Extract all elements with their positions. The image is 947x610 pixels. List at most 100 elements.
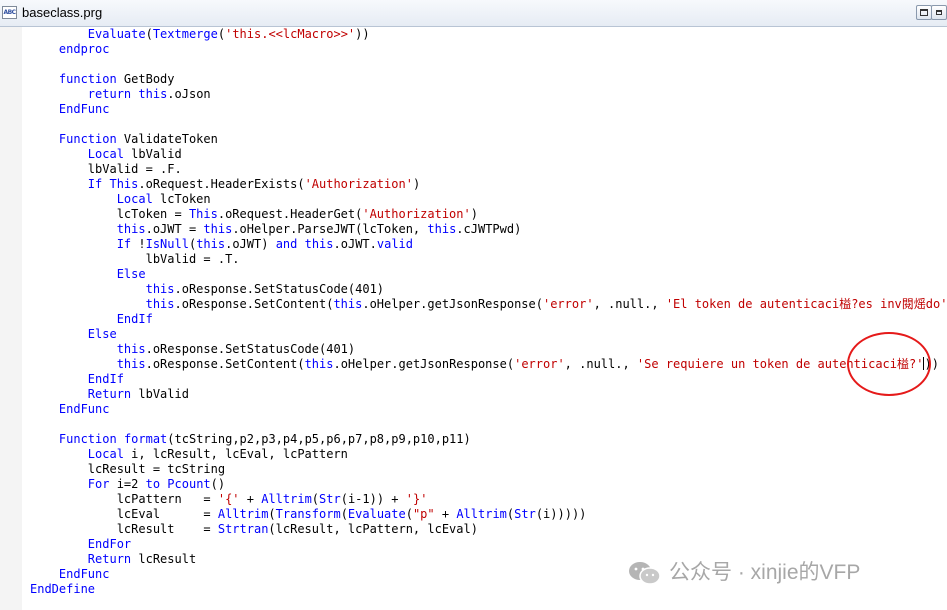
code-text: ( — [268, 507, 276, 521]
code-keyword: this — [333, 297, 363, 311]
code-line: Local lbValid — [30, 147, 182, 162]
code-string: 'error' — [542, 297, 594, 311]
code-string: '}' — [405, 492, 428, 506]
code-keyword: EndIf — [116, 312, 153, 326]
code-line: For i=2 to Pcount() — [30, 477, 225, 492]
window-title: baseclass.prg — [22, 5, 103, 20]
code-line: lcEval = Alltrim(Transform(Evaluate("p" … — [30, 507, 587, 522]
close-button[interactable] — [931, 5, 947, 20]
code-text: lcResult = — [30, 522, 218, 536]
code-keyword: If — [116, 237, 132, 251]
code-line: Else — [30, 267, 146, 282]
code-line: function GetBody — [30, 72, 175, 87]
code-keyword: EndFunc — [58, 102, 110, 116]
code-text: + — [434, 507, 457, 521]
code-text: , .null., — [564, 357, 637, 371]
code-string: "p" — [412, 507, 435, 521]
code-keyword: Else — [116, 267, 146, 281]
code-text: lcResult = tcString — [30, 462, 226, 476]
window-titlebar: ABC baseclass.prg — [0, 0, 947, 27]
code-text: lbValid = .T. — [30, 252, 240, 266]
code-text: (tcString,p2,p3,p4,p5,p6,p7,p8,p9,p10,p1… — [167, 432, 471, 446]
code-keyword: Evaluate — [87, 27, 146, 41]
code-keyword: Function — [58, 432, 117, 446]
code-line: this.oJWT = this.oHelper.ParseJWT(lcToke… — [30, 222, 522, 237]
code-keyword: Local — [87, 147, 124, 161]
restore-icon — [920, 9, 928, 16]
code-keyword: this — [116, 222, 146, 236]
code-text: ( — [311, 492, 320, 506]
code-keyword: valid — [376, 237, 413, 251]
code-line: lcResult = Strtran(lcResult, lcPattern, … — [30, 522, 478, 537]
code-text: lcResult — [131, 552, 197, 566]
code-editor[interactable]: Evaluate(Textmerge('this.<<lcMacro>>')) … — [0, 27, 947, 610]
code-keyword: this — [138, 87, 168, 101]
code-line: EndFunc — [30, 402, 110, 417]
code-area[interactable]: Evaluate(Textmerge('this.<<lcMacro>>')) … — [30, 27, 947, 610]
code-text: ( — [145, 27, 153, 41]
code-keyword: this — [304, 357, 334, 371]
code-line: Else — [30, 327, 117, 342]
code-line: EndDefine — [30, 582, 95, 597]
code-line: this.oResponse.SetStatusCode(401) — [30, 342, 355, 357]
maximize-icon — [936, 10, 942, 15]
code-line: Local lcToken — [30, 192, 211, 207]
code-text: () — [210, 477, 226, 491]
code-text: lcEval = — [30, 507, 218, 521]
restore-button[interactable] — [916, 5, 932, 20]
code-keyword: Str — [514, 507, 536, 521]
code-string: 'El token de autenticaci榏?es inv閱熎do' — [665, 297, 947, 311]
code-text: .oRequest.HeaderExists( — [138, 177, 305, 191]
code-keyword: This — [188, 207, 218, 221]
code-line: Return lbValid — [30, 387, 189, 402]
code-text: GetBody — [116, 72, 175, 86]
code-keyword: Str — [319, 492, 341, 506]
wechat-logo-icon — [629, 562, 661, 585]
code-text: + — [239, 492, 262, 506]
code-keyword: IsNull — [145, 237, 189, 251]
code-text: .oJson — [167, 87, 211, 101]
code-text: ( — [217, 27, 226, 41]
code-keyword: Textmerge — [152, 27, 218, 41]
code-text: ( — [405, 507, 413, 521]
code-line: this.oResponse.SetStatusCode(401) — [30, 282, 384, 297]
watermark-text: 公众号 · xinjie的VFP — [669, 561, 861, 584]
code-line: return this.oJson — [30, 87, 211, 102]
code-text: lcToken — [152, 192, 211, 206]
code-text: .oResponse.SetStatusCode(401) — [145, 342, 356, 356]
code-line: lcToken = This.oRequest.HeaderGet('Autho… — [30, 207, 478, 222]
code-text: lbValid = .F. — [30, 162, 182, 176]
code-text: .oHelper.getJsonResponse( — [333, 357, 515, 371]
code-line: EndFor — [30, 537, 131, 552]
code-keyword: this — [116, 342, 146, 356]
code-string: 'this.<<lcMacro>>' — [225, 27, 356, 41]
code-text: .oJWT = — [145, 222, 204, 236]
code-keyword: For — [87, 477, 110, 491]
code-text: ValidateToken — [116, 132, 218, 146]
code-keyword: Function — [58, 132, 117, 146]
code-line: Return lcResult — [30, 552, 196, 567]
watermark: 公众号 · xinjie的VFP — [627, 558, 860, 588]
code-text: .cJWTPwd) — [456, 222, 522, 236]
code-string: '{' — [217, 492, 240, 506]
code-text: .oJWT. — [333, 237, 377, 251]
code-keyword: Local — [116, 192, 153, 206]
